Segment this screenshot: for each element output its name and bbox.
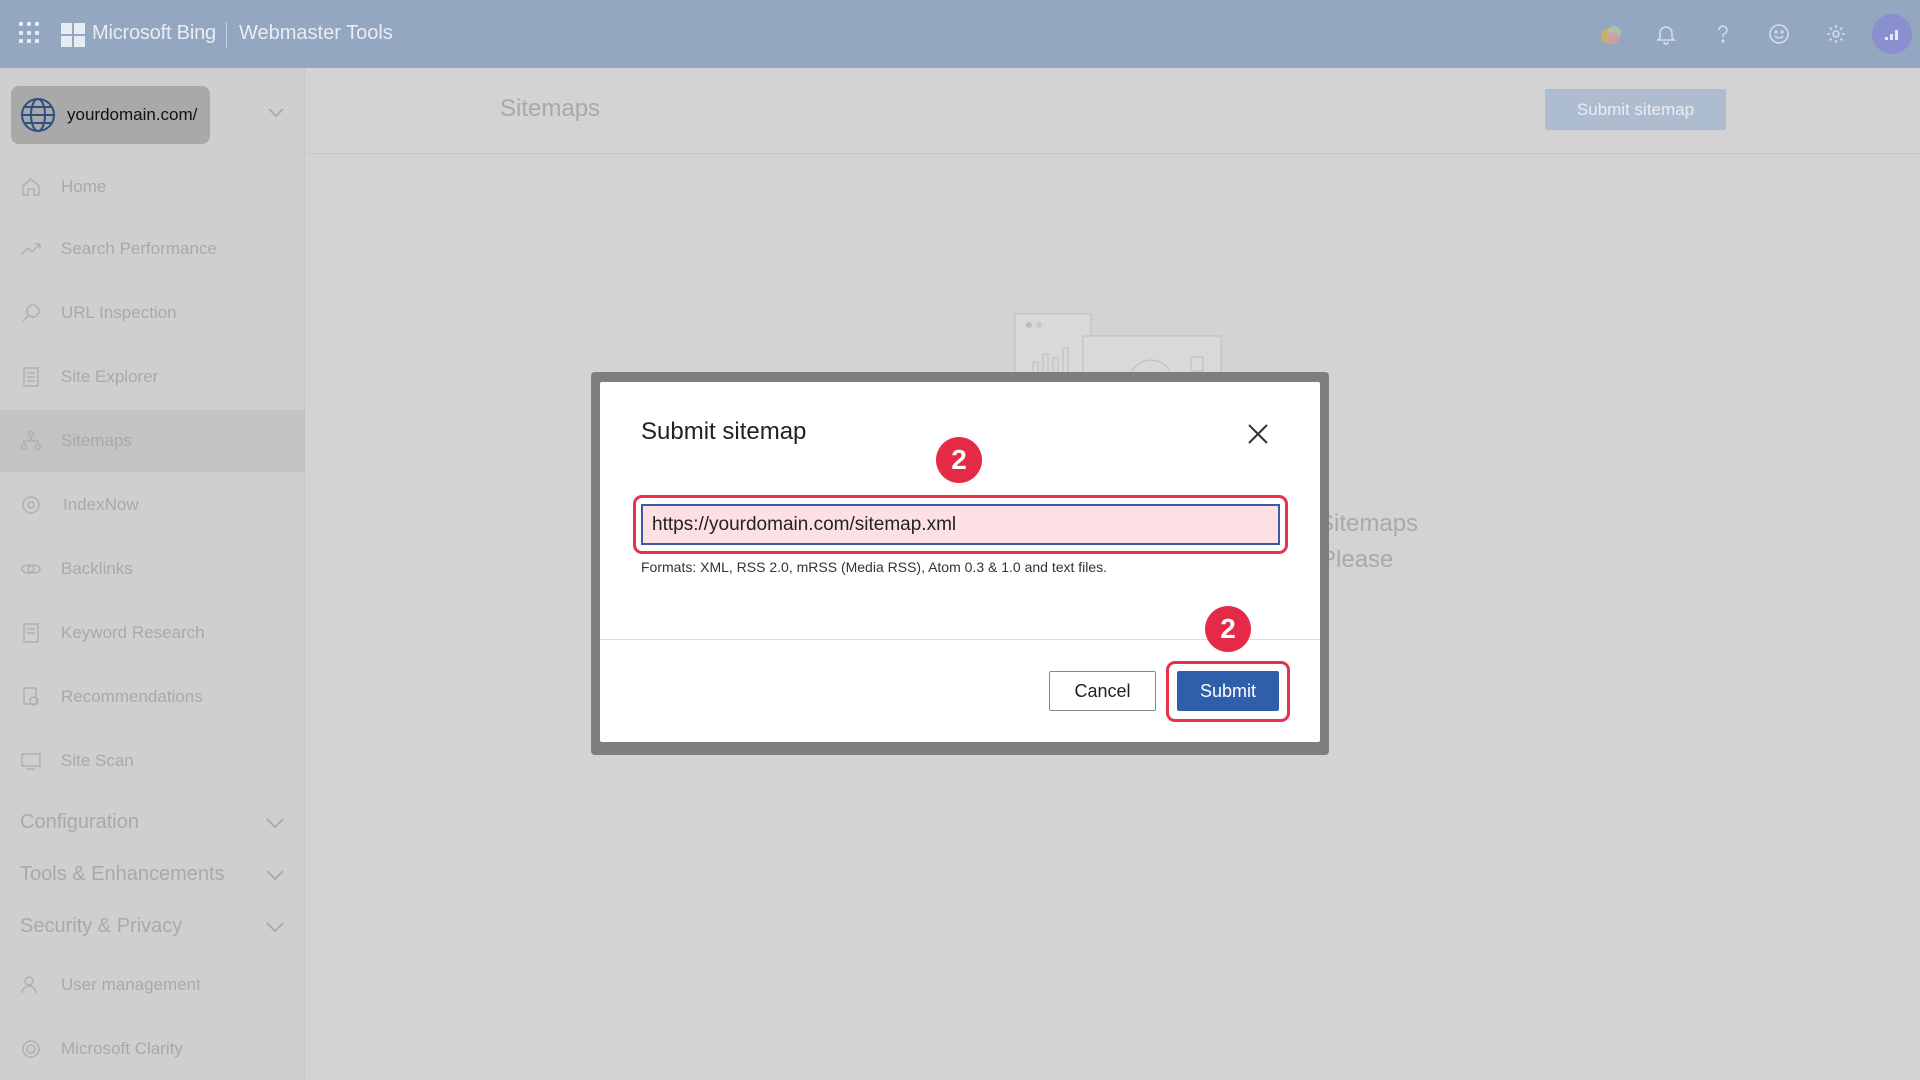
dialog-title: Submit sitemap (641, 418, 807, 445)
empty-state-title: Sitemaps (1318, 510, 1419, 537)
step-badge: 2 (936, 437, 982, 483)
sidebar-group-tools[interactable]: Tools & Enhancements (0, 848, 305, 900)
sidebar-item-label: Site Scan (61, 751, 134, 770)
microsoft-logo-icon (61, 23, 85, 47)
sidebar-item-user-management[interactable]: User management (0, 954, 305, 1016)
page-header: Sitemaps Submit sitemap (305, 68, 1920, 154)
sidebar-item-site-scan[interactable]: Site Scan (0, 730, 305, 792)
user-icon (21, 976, 37, 994)
sidebar-item-label: Recommendations (61, 687, 203, 706)
sidebar-item-backlinks[interactable]: Backlinks (0, 538, 305, 600)
close-icon[interactable] (1244, 420, 1272, 448)
clarity-icon (22, 1040, 40, 1058)
avatar[interactable] (1872, 14, 1912, 54)
sitemap-icon (20, 430, 42, 451)
sidebar-item-search-performance[interactable]: Search Performance (0, 218, 305, 280)
help-icon[interactable] (1709, 20, 1737, 48)
brand-divider (226, 22, 227, 48)
submit-sitemap-button[interactable]: Submit sitemap (1545, 89, 1726, 130)
domain-label: yourdomain.com/ (67, 105, 198, 124)
sidebar-item-microsoft-clarity[interactable]: Microsoft Clarity (0, 1018, 305, 1080)
submit-button[interactable]: Submit (1177, 671, 1279, 711)
chevron-down-icon (266, 818, 284, 829)
trend-icon (21, 243, 41, 255)
sidebar-group-label: Tools & Enhancements (20, 862, 225, 885)
sidebar-item-label: Site Explorer (61, 367, 159, 386)
top-bar: Microsoft Bing Webmaster Tools (0, 0, 1920, 68)
product-name[interactable]: Webmaster Tools (239, 22, 393, 45)
sitemap-url-input[interactable] (641, 504, 1280, 545)
empty-state-text: Please (1320, 546, 1394, 573)
sidebar-item-site-explorer[interactable]: Site Explorer (0, 346, 305, 408)
page-title: Sitemaps (500, 95, 601, 122)
step-badge: 2 (1205, 606, 1251, 652)
settings-gear-icon[interactable] (1822, 20, 1850, 48)
sidebar-group-configuration[interactable]: Configuration (0, 796, 305, 848)
globe-icon (21, 98, 55, 132)
sidebar-item-label: Home (61, 177, 107, 196)
sidebar-item-recommendations[interactable]: Recommendations (0, 666, 305, 728)
home-icon (22, 178, 40, 196)
chevron-down-icon (266, 922, 284, 933)
document-icon (23, 367, 39, 387)
format-hint: Formats: XML, RSS 2.0, mRSS (Media RSS),… (641, 559, 1108, 575)
feedback-smiley-icon[interactable] (1765, 20, 1793, 48)
sidebar-item-label: URL Inspection (61, 303, 177, 322)
recommendations-icon (23, 687, 39, 706)
submit-sitemap-dialog: Submit sitemap 2 Formats: XML, RSS 2.0, … (600, 382, 1320, 742)
sidebar-item-label: Search Performance (61, 239, 217, 258)
apps-waffle-icon[interactable] (19, 22, 41, 44)
chevron-down-icon (266, 870, 284, 881)
sidebar-item-label: User management (61, 975, 201, 994)
cancel-button[interactable]: Cancel (1049, 671, 1156, 711)
sidebar-group-label: Security & Privacy (20, 914, 183, 937)
sidebar-item-label: Keyword Research (61, 623, 205, 642)
domain-selector[interactable]: yourdomain.com/ (11, 86, 210, 144)
bell-icon[interactable] (1652, 20, 1680, 48)
brand-name[interactable]: Microsoft Bing (92, 22, 216, 45)
gear-icon (22, 496, 40, 514)
sidebar-group-label: Configuration (20, 810, 139, 833)
sidebar-item-label: Backlinks (61, 559, 133, 578)
sidebar-item-sitemaps[interactable]: Sitemaps (0, 410, 305, 472)
link-icon (21, 564, 41, 574)
sidebar-item-home[interactable]: Home (0, 156, 305, 218)
sidebar-item-label: IndexNow (63, 495, 139, 514)
document-icon (23, 623, 39, 643)
monitor-icon (21, 753, 41, 770)
sidebar: yourdomain.com/ Home Search Performance … (0, 68, 305, 1080)
sidebar-item-label: Sitemaps (61, 431, 132, 450)
chevron-down-icon[interactable] (266, 102, 286, 122)
sidebar-item-url-inspection[interactable]: URL Inspection (0, 282, 305, 344)
rewards-icon[interactable] (1597, 20, 1625, 48)
sidebar-item-indexnow[interactable]: IndexNow (0, 474, 305, 536)
sidebar-item-label: Microsoft Clarity (61, 1039, 183, 1058)
sidebar-group-security[interactable]: Security & Privacy (0, 900, 305, 952)
search-icon (22, 304, 40, 322)
sidebar-item-keyword-research[interactable]: Keyword Research (0, 602, 305, 664)
